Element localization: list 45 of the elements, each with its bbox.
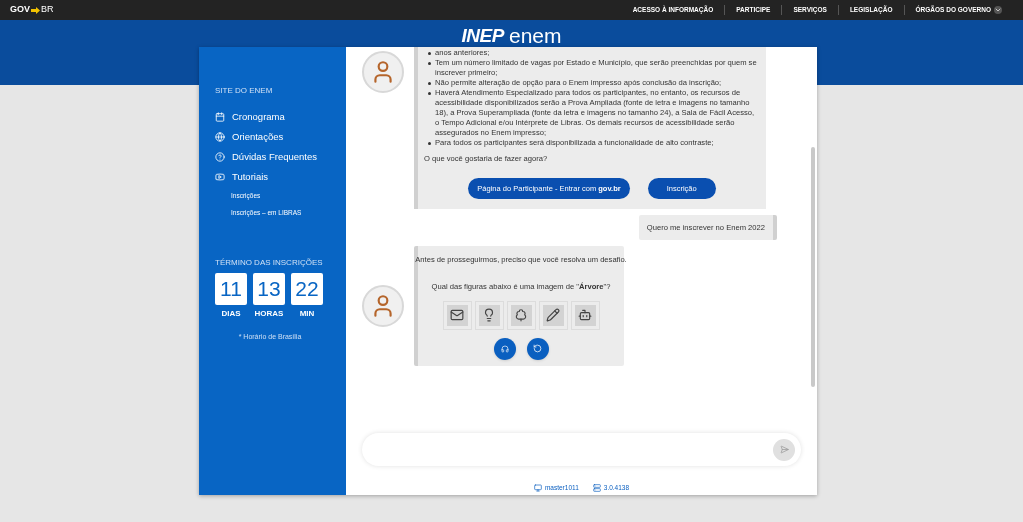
countdown-value: 13: [253, 273, 285, 305]
captcha-option-button[interactable]: [442, 300, 472, 330]
countdown-label: MIN: [299, 308, 315, 320]
countdown-label: HORAS: [254, 308, 284, 320]
bullet-icon: [428, 92, 431, 95]
countdown-value: 11: [215, 273, 247, 305]
inep-logo: INEP: [461, 23, 504, 48]
send-icon: [779, 445, 789, 454]
tree-icon: [514, 308, 528, 323]
captcha-option-button[interactable]: [474, 300, 504, 330]
countdown-value: 22: [291, 273, 323, 305]
captcha-option-button[interactable]: [538, 300, 568, 330]
captcha-option-button[interactable]: [506, 300, 536, 330]
sidebar-link[interactable]: Cronograma: [232, 109, 285, 125]
sidebar-heading: SITE DO ENEM: [215, 85, 274, 97]
lightbulb-icon: [482, 308, 496, 323]
gov-logo-text[interactable]: GOV: [10, 3, 30, 17]
sidebar-link[interactable]: Tutoriais: [232, 169, 269, 185]
envelope-icon: [450, 308, 464, 323]
chevron-down-icon[interactable]: [994, 6, 1002, 14]
message-input[interactable]: [362, 433, 801, 466]
sidebar-link[interactable]: Dúvidas Frequentes: [232, 149, 318, 165]
headphones-icon: [500, 344, 509, 353]
monitor-icon: [533, 483, 542, 492]
refresh-button[interactable]: [526, 337, 549, 360]
pencil-icon: [546, 308, 560, 323]
gov-logo-text[interactable]: BR: [41, 3, 54, 17]
bullet-icon: [428, 52, 431, 55]
bullet-icon: [428, 62, 431, 65]
captcha-option-button[interactable]: [570, 300, 600, 330]
countdown-label: DIAS: [221, 308, 241, 320]
bullet-icon: [428, 82, 431, 85]
bullet-icon: [428, 142, 431, 145]
video-icon: [215, 172, 225, 182]
arrow-logo-icon: [31, 6, 40, 14]
refresh-icon: [533, 344, 542, 354]
audio-button[interactable]: [493, 337, 516, 360]
globe-icon: [215, 132, 225, 142]
server-icon: [592, 483, 601, 492]
help-icon: [215, 152, 225, 162]
calendar-icon: [215, 112, 225, 122]
countdown-title: TÉRMINO DAS INSCRIÇÕES: [215, 257, 324, 269]
robot-icon: [578, 308, 592, 323]
sidebar-link[interactable]: Orientações: [232, 129, 284, 145]
enem-logo: enem: [508, 23, 562, 50]
